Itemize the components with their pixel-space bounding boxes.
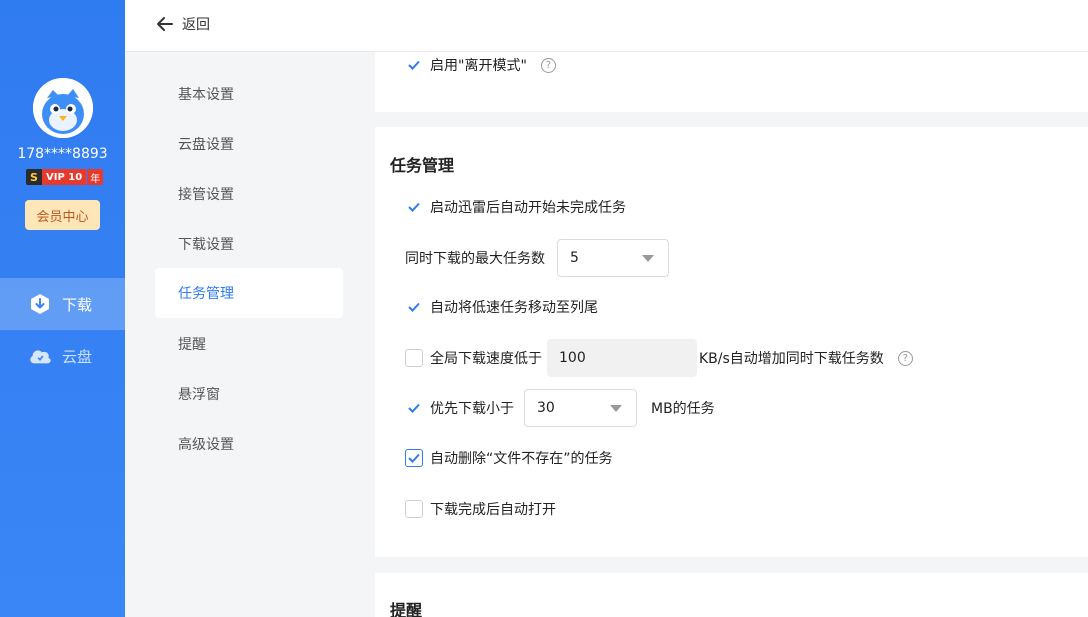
vip-s-badge: S [26,169,42,185]
settings-menu-advanced[interactable]: 高级设置 [155,419,343,469]
global-speed-input[interactable]: 100 [547,339,697,377]
max-tasks-row: 同时下载的最大任务数 5 [405,239,669,277]
member-center-button[interactable]: 会员中心 [25,200,100,230]
away-mode-checkbox[interactable] [405,56,423,74]
settings-menu-reminder[interactable]: 提醒 [155,319,343,369]
nav-item-cloud-label: 云盘 [62,347,93,366]
move-slow-checkbox[interactable] [405,298,423,316]
settings-menu-basic[interactable]: 基本设置 [155,69,343,119]
caret-down-icon [642,255,654,262]
prioritize-value: 30 [537,400,555,416]
nav-item-download[interactable]: 下载 [0,278,125,330]
nav-item-download-label: 下载 [62,295,93,314]
vip-level-badge: VIP 10 [42,169,87,185]
settings-menu: 基本设置 云盘设置 接管设置 下载设置 任务管理 提醒 悬浮窗 高级设置 [125,52,375,617]
auto-start-row: 启动迅雷后自动开始未完成任务 [405,197,626,217]
away-mode-row: 启用"离开模式" ? [405,55,556,75]
basic-settings-card: 启用"离开模式" ? [375,52,1088,112]
section-title: 提醒 [390,601,423,617]
auto-open-row: 下载完成后自动打开 [405,499,556,519]
auto-start-checkbox[interactable] [405,198,423,216]
away-mode-label: 启用"离开模式" [430,58,527,74]
max-tasks-select[interactable]: 5 [557,239,669,277]
settings-menu-takeover[interactable]: 接管设置 [155,169,343,219]
prioritize-row: 优先下载小于 30 MB的任务 [405,389,715,427]
back-label: 返回 [182,17,210,33]
avatar[interactable] [33,78,93,138]
max-tasks-value: 5 [570,250,579,266]
back-button[interactable]: 返回 [155,14,210,34]
task-management-card: 任务管理 启动迅雷后自动开始未完成任务 同时下载的最大任务数 5 自动将低速任务… [375,127,1088,557]
auto-delete-label: 自动删除“文件不存在”的任务 [430,451,613,467]
move-slow-label: 自动将低速任务移动至列尾 [430,300,598,316]
cloud-icon [28,344,52,368]
check-icon [408,202,420,212]
settings-menu-download[interactable]: 下载设置 [155,219,343,269]
check-icon [408,403,420,413]
check-icon [408,453,420,463]
bird-avatar-icon [33,78,93,138]
caret-down-icon [610,405,622,412]
auto-open-checkbox[interactable] [405,500,423,518]
max-tasks-label: 同时下载的最大任务数 [405,251,545,267]
move-slow-row: 自动将低速任务移动至列尾 [405,297,598,317]
nav-item-cloud[interactable]: 云盘 [0,330,125,382]
global-speed-row: 全局下载速度低于 100 KB/s自动增加同时下载任务数 ? [405,339,913,377]
vip-year-badge: 年 [87,169,104,185]
help-icon[interactable]: ? [897,350,913,366]
auto-open-label: 下载完成后自动打开 [430,502,556,518]
section-title: 任务管理 [390,156,455,175]
global-speed-label: 全局下载速度低于 [430,351,542,367]
global-speed-value: 100 [559,350,586,366]
auto-start-label: 启动迅雷后自动开始未完成任务 [430,200,626,216]
prioritize-checkbox[interactable] [405,399,423,417]
prioritize-suffix: MB的任务 [651,401,715,417]
settings-menu-floating-window[interactable]: 悬浮窗 [155,369,343,419]
app-sidebar: 178****8893 S VIP 10 年 会员中心 下载 云盘 [0,0,125,617]
settings-menu-cloud[interactable]: 云盘设置 [155,119,343,169]
top-bar: 返回 [125,0,1088,52]
check-icon [408,302,420,312]
auto-delete-row: 自动删除“文件不存在”的任务 [405,448,613,468]
prioritize-size-select[interactable]: 30 [524,389,637,427]
help-icon[interactable]: ? [540,57,556,73]
reminder-card: 提醒 [375,573,1088,617]
user-phone: 178****8893 [17,146,108,162]
settings-menu-task-management[interactable]: 任务管理 [155,268,343,318]
download-shield-icon [28,292,52,316]
global-speed-checkbox[interactable] [405,349,423,367]
global-speed-suffix: KB/s自动增加同时下载任务数 [699,351,884,367]
arrow-left-icon [157,17,173,31]
check-icon [408,60,420,70]
vip-badge[interactable]: S VIP 10 年 [26,169,104,185]
prioritize-label: 优先下载小于 [430,401,514,417]
auto-delete-checkbox[interactable] [405,449,423,467]
